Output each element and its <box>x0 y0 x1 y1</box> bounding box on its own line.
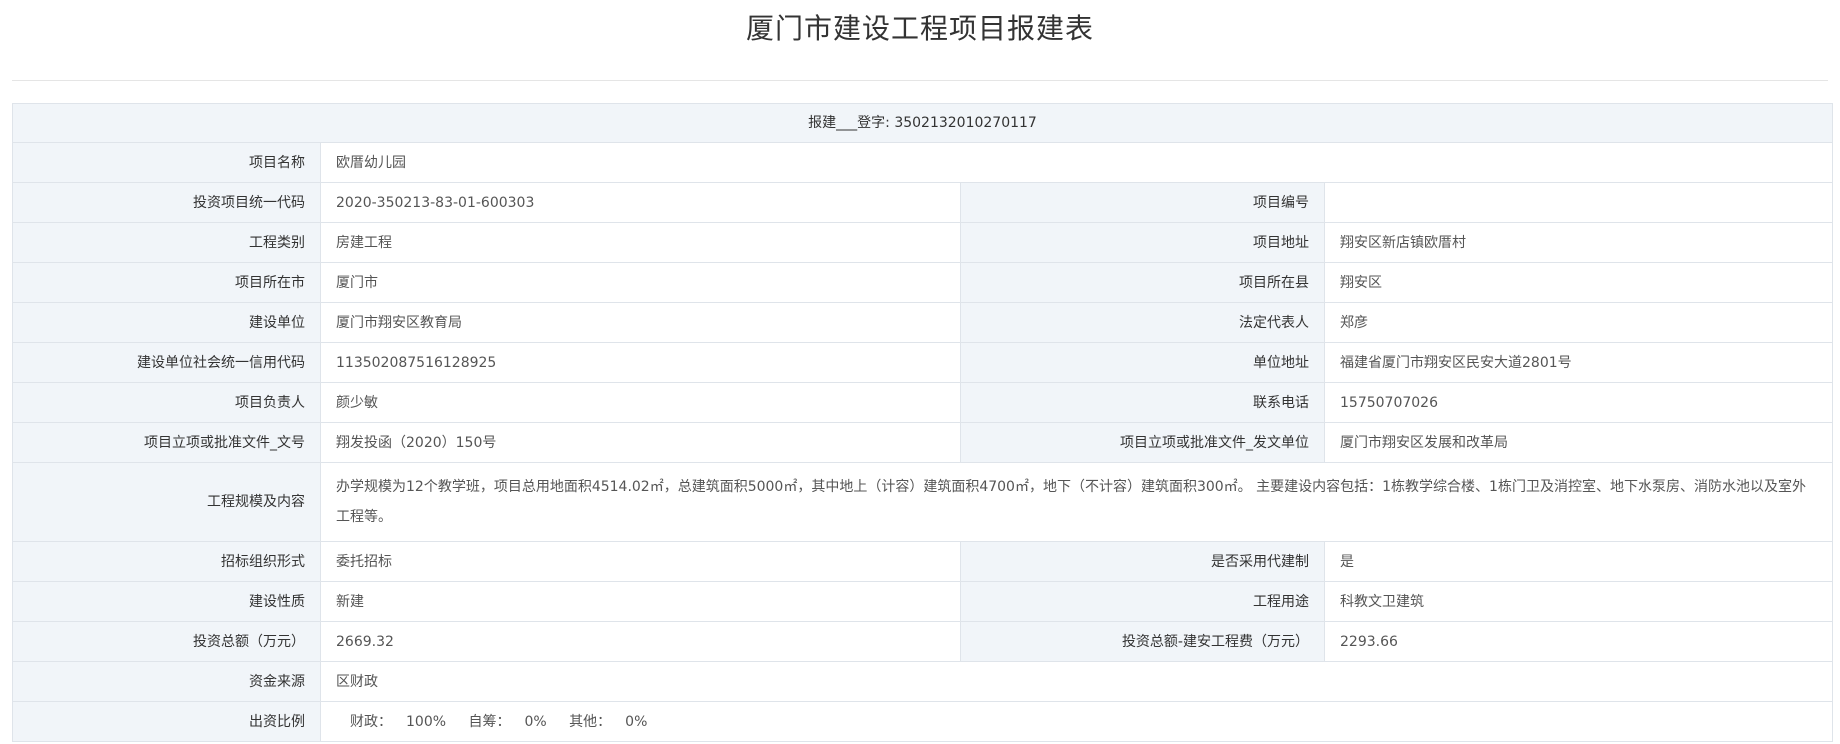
ratio-item-finance: 财政： 100% <box>350 712 446 732</box>
table-row: 出资比例 财政： 100% 自筹： 0% 其他： 0% <box>12 701 1833 742</box>
field-label-tender-form: 招标组织形式 <box>12 541 321 582</box>
table-row: 招标组织形式 委托招标 是否采用代建制 是 <box>12 541 1833 582</box>
field-label-scale: 工程规模及内容 <box>12 462 321 542</box>
ratio-label: 其他： <box>569 713 612 730</box>
field-value-category: 房建工程 <box>320 222 961 263</box>
ratio-value: 0% <box>625 713 648 730</box>
field-label-approval-unit: 项目立项或批准文件_发文单位 <box>960 422 1325 463</box>
field-value-legal-rep: 郑彦 <box>1324 302 1833 343</box>
field-value-address: 翔安区新店镇欧厝村 <box>1324 222 1833 263</box>
field-label-fund-source: 资金来源 <box>12 661 321 702</box>
field-value-agent-build: 是 <box>1324 541 1833 582</box>
ratio-item-other: 其他： 0% <box>569 712 647 732</box>
field-label-usage: 工程用途 <box>960 581 1325 622</box>
field-label-project-no: 项目编号 <box>960 182 1325 223</box>
field-value-phone: 15750707026 <box>1324 382 1833 423</box>
field-value-credit-code: 113502087516128925 <box>320 342 961 383</box>
field-value-total-invest: 2669.32 <box>320 621 961 662</box>
ratio-label: 财政： <box>350 713 392 730</box>
field-label-construct-fee: 投资总额-建安工程费（万元） <box>960 621 1325 662</box>
table-row: 建设单位社会统一信用代码 113502087516128925 单位地址 福建省… <box>12 342 1833 383</box>
field-value-unit-address: 福建省厦门市翔安区民安大道2801号 <box>1324 342 1833 383</box>
ratio-value: 0% <box>524 713 547 730</box>
field-label-ratio: 出资比例 <box>12 701 321 742</box>
ratio-value: 100% <box>406 713 447 730</box>
field-label-address: 项目地址 <box>960 222 1325 263</box>
field-value-project-no <box>1324 182 1833 223</box>
table-row: 工程类别 房建工程 项目地址 翔安区新店镇欧厝村 <box>12 222 1833 263</box>
field-label-credit-code: 建设单位社会统一信用代码 <box>12 342 321 383</box>
field-value-city: 厦门市 <box>320 262 961 303</box>
field-label-project-name: 项目名称 <box>12 142 321 183</box>
field-value-fund-source: 区财政 <box>320 661 1833 702</box>
field-value-project-name: 欧厝幼儿园 <box>320 142 1833 183</box>
field-value-tender-form: 委托招标 <box>320 541 961 582</box>
field-value-ratio: 财政： 100% 自筹： 0% 其他： 0% <box>320 701 1833 742</box>
ratio-label: 自筹： <box>468 713 511 730</box>
table-row: 投资总额（万元） 2669.32 投资总额-建安工程费（万元） 2293.66 <box>12 621 1833 662</box>
field-label-unit-address: 单位地址 <box>960 342 1325 383</box>
field-label-manager: 项目负责人 <box>12 382 321 423</box>
field-value-invest-code: 2020-350213-83-01-600303 <box>320 182 961 223</box>
field-value-builder: 厦门市翔安区教育局 <box>320 302 961 343</box>
registration-header: 报建___登字: 3502132010270117 <box>12 103 1833 143</box>
project-registration-table: 报建___登字: 3502132010270117 项目名称 欧厝幼儿园 投资项… <box>12 103 1833 742</box>
field-value-usage: 科教文卫建筑 <box>1324 581 1833 622</box>
field-label-approval-doc: 项目立项或批准文件_文号 <box>12 422 321 463</box>
table-row: 项目名称 欧厝幼儿园 <box>12 142 1833 183</box>
table-row: 建设性质 新建 工程用途 科教文卫建筑 <box>12 581 1833 622</box>
field-label-city: 项目所在市 <box>12 262 321 303</box>
field-value-nature: 新建 <box>320 581 961 622</box>
field-label-invest-code: 投资项目统一代码 <box>12 182 321 223</box>
table-row: 项目负责人 颜少敏 联系电话 15750707026 <box>12 382 1833 423</box>
field-label-legal-rep: 法定代表人 <box>960 302 1325 343</box>
registration-number: 3502132010270117 <box>894 115 1037 131</box>
field-label-builder: 建设单位 <box>12 302 321 343</box>
field-value-approval-unit: 厦门市翔安区发展和改革局 <box>1324 422 1833 463</box>
field-label-category: 工程类别 <box>12 222 321 263</box>
page-title: 厦门市建设工程项目报建表 <box>745 12 1094 45</box>
field-label-phone: 联系电话 <box>960 382 1325 423</box>
field-value-construct-fee: 2293.66 <box>1324 621 1833 662</box>
field-label-nature: 建设性质 <box>12 581 321 622</box>
title-divider <box>12 80 1828 81</box>
field-label-agent-build: 是否采用代建制 <box>960 541 1325 582</box>
table-row: 投资项目统一代码 2020-350213-83-01-600303 项目编号 <box>12 182 1833 223</box>
table-row: 工程规模及内容 办学规模为12个教学班，项目总用地面积4514.02㎡，总建筑面… <box>12 462 1833 542</box>
field-label-total-invest: 投资总额（万元） <box>12 621 321 662</box>
ratio-item-self: 自筹： 0% <box>468 712 546 732</box>
table-row: 项目立项或批准文件_文号 翔发投函（2020）150号 项目立项或批准文件_发文… <box>12 422 1833 463</box>
table-row: 项目所在市 厦门市 项目所在县 翔安区 <box>12 262 1833 303</box>
field-label-county: 项目所在县 <box>960 262 1325 303</box>
field-value-scale: 办学规模为12个教学班，项目总用地面积4514.02㎡，总建筑面积5000㎡，其… <box>320 462 1833 542</box>
table-row: 资金来源 区财政 <box>12 661 1833 702</box>
table-row: 建设单位 厦门市翔安区教育局 法定代表人 郑彦 <box>12 302 1833 343</box>
field-value-approval-doc: 翔发投函（2020）150号 <box>320 422 961 463</box>
field-value-county: 翔安区 <box>1324 262 1833 303</box>
field-value-manager: 颜少敏 <box>320 382 961 423</box>
registration-header-row: 报建___登字: 3502132010270117 <box>12 103 1833 143</box>
registration-label: 报建___登字: <box>808 115 890 131</box>
